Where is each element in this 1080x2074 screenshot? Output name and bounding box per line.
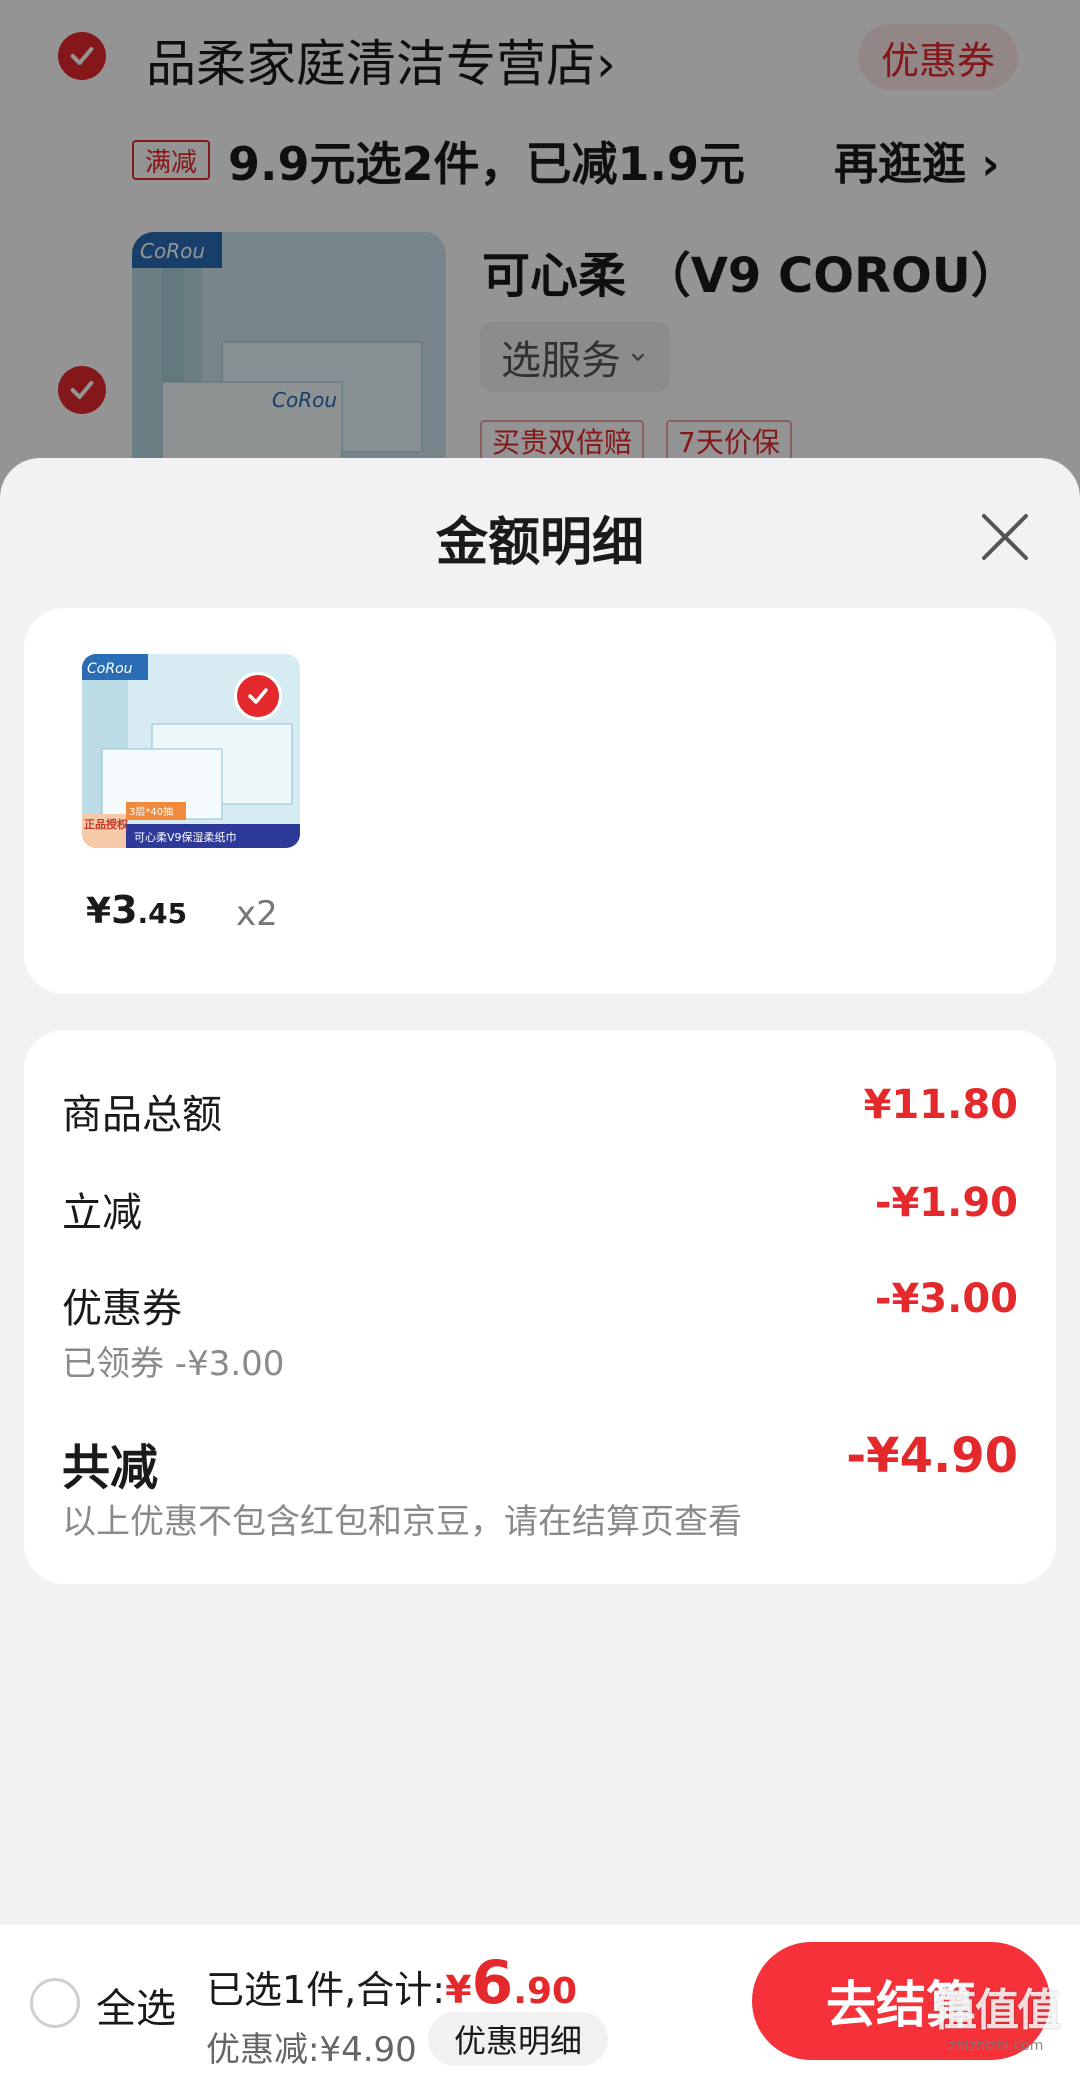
checkout-bar: 全选 已选1件,合计: ¥6.90 优惠减:¥4.90 优惠明细 去结算 值值值… <box>0 1923 1080 2074</box>
coupon-value: -¥3.00 <box>874 1276 1018 1322</box>
items-card: CoRou 可心柔V9保湿柔纸巾 正品授权 3层*40抽 ¥3.45 x2 <box>24 608 1056 994</box>
pack-label: 3层*40抽 <box>129 805 173 818</box>
authentic-badge: 正品授权 <box>84 817 129 831</box>
site-watermark: 值值值 zhizhizhi.com <box>933 1985 1061 2054</box>
goods-total-value: ¥11.80 <box>863 1082 1018 1128</box>
total-discount-label: 共减 <box>62 1440 159 1496</box>
brand-logo: CoRou <box>87 661 133 677</box>
total-amount: ¥6.90 <box>445 1948 578 2018</box>
total-discount-note: 以上优惠不包含红包和京豆，请在结算页查看 <box>62 1502 742 1542</box>
coupon-label: 优惠券 <box>62 1286 182 1332</box>
close-icon <box>982 514 1028 560</box>
close-button[interactable] <box>974 506 1036 568</box>
selection-summary: 已选1件,合计: ¥6.90 <box>206 1948 577 2018</box>
coupon-note: 已领券 -¥3.00 <box>62 1344 285 1384</box>
select-all-label[interactable]: 全选 <box>96 1976 176 2034</box>
sheet-title: 金额明细 <box>435 513 644 573</box>
selected-count-text: 已选1件,合计: <box>206 1968 446 2012</box>
discount-summary: 优惠减:¥4.90 <box>206 2030 417 2070</box>
select-all-radio[interactable] <box>30 1978 80 2028</box>
summary-card: 商品总额 ¥11.80 立减 -¥1.90 优惠券 -¥3.00 已领券 -¥3… <box>24 1030 1056 1584</box>
item-selected-check[interactable] <box>234 672 282 720</box>
checkmark-icon <box>248 688 268 704</box>
product-banner: 可心柔V9保湿柔纸巾 <box>134 830 237 844</box>
goods-total-label: 商品总额 <box>62 1092 222 1138</box>
amount-detail-sheet: 金额明细 CoRou 可心柔V9保湿柔纸巾 正品授权 3层*40抽 ¥3.45 … <box>0 458 1080 1923</box>
instant-discount-value: -¥1.90 <box>874 1180 1018 1226</box>
product-thumbnail[interactable]: CoRou 可心柔V9保湿柔纸巾 正品授权 3层*40抽 <box>82 654 300 848</box>
item-quantity: x2 <box>236 894 278 934</box>
item-price: ¥3.45 <box>86 888 188 932</box>
instant-discount-label: 立减 <box>62 1190 142 1236</box>
discount-detail-button[interactable]: 优惠明细 <box>428 2012 608 2066</box>
total-discount-value: -¥4.90 <box>846 1428 1018 1484</box>
